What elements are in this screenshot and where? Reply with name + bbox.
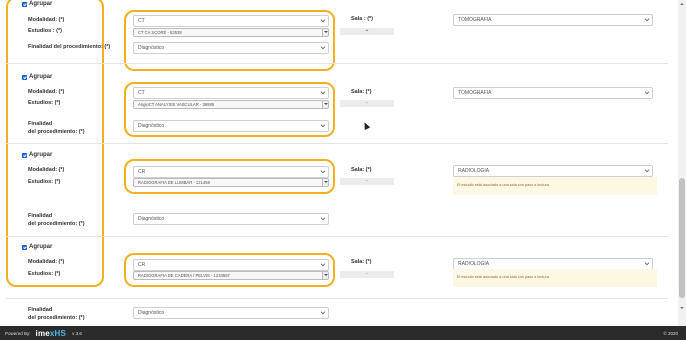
chevron-down-icon — [320, 89, 326, 95]
sala-label: Sala: (*) — [351, 167, 372, 173]
checkbox-icon[interactable] — [22, 74, 27, 80]
finalidad-select-3[interactable]: Diagnóstico — [133, 213, 329, 225]
agrupar-label: Agrupar — [29, 74, 53, 80]
sala-warning: El estudio está asociado a una sala con … — [453, 177, 657, 195]
estudios-label: Estudios: (*) — [28, 179, 61, 185]
scroll-down-icon[interactable] — [679, 305, 685, 311]
finalidad-label: Finalidad — [28, 121, 53, 127]
agrupar-label: Agrupar — [29, 152, 53, 158]
agrupar-checkbox-1[interactable]: Agrupar — [22, 1, 52, 7]
chevron-down-icon — [644, 167, 650, 173]
estudios-select-3[interactable]: RADIOGRAFIA DE LUMBAR - 121456 — [133, 178, 329, 187]
mouse-cursor-icon — [361, 121, 371, 130]
sala-select-2[interactable]: TOMOGRAFIA — [453, 87, 653, 99]
powered-by-label: Powered By: — [5, 330, 31, 336]
sala-value: - — [340, 178, 394, 185]
sala-label: Sala: (*) — [351, 89, 372, 95]
logo-part-b: xHS — [49, 328, 67, 338]
checkbox-icon[interactable] — [22, 152, 27, 158]
checkbox-icon[interactable] — [22, 1, 27, 7]
modalidad-select-3[interactable]: CR — [133, 166, 329, 178]
chevron-down-icon — [644, 260, 650, 266]
modalidad-select-2[interactable]: CT — [133, 87, 329, 99]
estudios-select-2[interactable]: AngioCT ANALYSIS VASCULAR - 36986 — [133, 100, 329, 109]
finalidad-label-cont: del procedimiento: (*) — [28, 129, 85, 135]
modalidad-select-4[interactable]: CR — [133, 259, 329, 271]
dropdown-arrow-icon[interactable] — [322, 272, 328, 279]
chevron-down-icon — [320, 309, 326, 315]
chevron-down-icon — [320, 168, 326, 174]
footer: Powered By: imexHS v 3.6 © 2020 — [0, 326, 686, 340]
sala-value: - — [340, 271, 394, 278]
vertical-scrollbar[interactable] — [678, 0, 686, 326]
chevron-down-icon — [320, 44, 326, 50]
agrupar-checkbox-4[interactable]: Agrupar — [22, 244, 52, 250]
finalidad-select-2[interactable]: Diagnóstico — [133, 120, 329, 132]
finalidad-label: Finalidad — [28, 213, 53, 219]
sala-value: - — [340, 100, 394, 107]
modalidad-label: Modalidad: (*) — [28, 89, 65, 95]
estudios-select-1[interactable]: CT CA SCORE - 53538 — [133, 28, 329, 37]
sala-select-3[interactable]: RADIOLOGIA — [453, 165, 653, 177]
finalidad-select-1[interactable]: Diagnóstico — [133, 42, 329, 54]
imexhs-logo: imexHS — [36, 329, 67, 338]
estudios-label: Estudios: (*) — [28, 271, 61, 277]
agrupar-checkbox-3[interactable]: Agrupar — [22, 152, 52, 158]
agrupar-label: Agrupar — [29, 1, 53, 7]
chevron-down-icon — [644, 89, 650, 95]
sala-value: + — [340, 28, 394, 35]
sala-warning: El estudio está asociado a una sala con … — [453, 269, 657, 287]
agrupar-checkbox-2[interactable]: Agrupar — [22, 74, 52, 80]
sala-label: Sala : (*) — [351, 16, 374, 22]
modalidad-label: Modalidad: (*) — [28, 259, 65, 265]
estudios-label: Estudios : (*) — [28, 28, 62, 34]
chevron-down-icon — [320, 122, 326, 128]
dropdown-arrow-icon[interactable] — [322, 179, 328, 186]
chevron-down-icon — [320, 215, 326, 221]
chevron-down-icon — [320, 17, 326, 23]
modalidad-label: Modalidad: (*) — [28, 167, 65, 173]
divider — [6, 143, 668, 144]
modalidad-label: Modalidad: (*) — [28, 17, 65, 23]
modalidad-select-1[interactable]: CT — [133, 15, 329, 27]
agrupar-label: Agrupar — [29, 244, 53, 250]
scroll-up-icon[interactable] — [679, 1, 685, 7]
version-label: v 3.6 — [72, 330, 82, 336]
sala-label: Sala: (*) — [351, 259, 372, 265]
finalidad-select-4[interactable]: Diagnóstico — [133, 307, 329, 319]
logo-part-a: ime — [35, 328, 50, 338]
finalidad-label-cont: del procedimiento: (*) — [28, 221, 85, 227]
divider — [6, 298, 668, 299]
divider — [6, 236, 668, 237]
checkbox-icon[interactable] — [22, 244, 27, 250]
finalidad-label: Finalidad del procedimiento: (*) — [28, 44, 111, 50]
chevron-down-icon — [644, 16, 650, 22]
finalidad-label: Finalidad — [28, 307, 53, 313]
sala-select-1[interactable]: TOMOGRAFIA — [453, 14, 653, 26]
dropdown-arrow-icon[interactable] — [322, 101, 328, 108]
finalidad-label-cont: del procedimiento: (*) — [28, 315, 85, 321]
divider — [6, 63, 668, 64]
copyright-label: © 2020 — [663, 330, 678, 336]
scroll-thumb[interactable] — [679, 178, 685, 298]
estudios-select-4[interactable]: RADIOGRAFIA DE CADERA / PELVIS - 1234567 — [133, 271, 329, 280]
chevron-down-icon — [320, 261, 326, 267]
estudios-label: Estudios: (*) — [28, 100, 61, 106]
dropdown-arrow-icon[interactable] — [322, 29, 328, 36]
